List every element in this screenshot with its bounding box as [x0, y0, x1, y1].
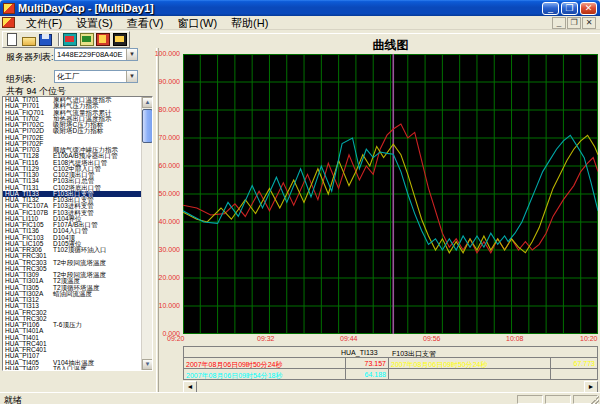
x-axis-label: 09:44 — [340, 335, 358, 342]
new-document-icon[interactable] — [5, 33, 20, 47]
y-axis-label: 80.000 — [140, 106, 180, 113]
menu-item-settings[interactable]: 设置(S) — [69, 17, 120, 29]
legend-value: 64.188 — [346, 369, 389, 380]
x-axis-label: 09:32 — [257, 335, 275, 342]
menu-bar: 文件(F)设置(S)查看(V)窗口(W)帮助(H) _ ❐ ✕ — [0, 16, 600, 30]
legend-table: HUA_TI133 F103出口支管 2007年08月06日09时50分24秒7… — [183, 346, 598, 380]
open-folder-icon[interactable] — [22, 33, 37, 47]
menu-item-view[interactable]: 查看(V) — [120, 17, 171, 29]
tag-desc: 蜡油回流温度 — [53, 291, 92, 297]
y-axis-label: 10.000 — [140, 302, 180, 309]
legend-time: 2007年08月06日09时50分24秒 — [389, 358, 551, 368]
y-axis-label: 50.000 — [140, 190, 180, 197]
scroll-down-icon[interactable]: ▼ — [142, 359, 153, 370]
legend-tag-desc: F103出口支管 — [392, 349, 436, 359]
chart-pen-icon[interactable] — [113, 33, 128, 47]
resize-grip[interactable] — [590, 396, 599, 404]
chart-title: 曲线图 — [183, 37, 598, 54]
tag-desc: T6入口温度 — [53, 366, 87, 371]
chart-red-icon[interactable] — [96, 33, 111, 47]
legend-value: 67.773 — [551, 358, 597, 368]
app-icon — [3, 3, 15, 14]
y-axis-label: 30.000 — [140, 246, 180, 253]
status-panel — [545, 395, 571, 404]
tag-name: HUA_TI402 — [3, 366, 53, 371]
y-axis-label: 40.000 — [140, 218, 180, 225]
tag-desc: T2中段回流塔温度 — [53, 260, 106, 266]
chart-green-icon[interactable] — [80, 33, 95, 47]
menu-item-window[interactable]: 窗口(W) — [170, 17, 224, 29]
menu-item-file[interactable]: 文件(F) — [19, 17, 69, 29]
title-bar: MultiDayCap - [MultiDay1] _ ❐ ✕ — [0, 0, 600, 16]
server-list-value: 1448E229F08A40E — [55, 49, 126, 60]
close-button[interactable]: ✕ — [580, 2, 597, 15]
server-list-label: 服务器列表: — [6, 51, 54, 64]
tag-desc: T102顶循环油入口 — [53, 247, 107, 253]
chevron-down-icon[interactable]: ▼ — [126, 71, 137, 82]
tag-desc: 吸附塔D压力指标 — [53, 128, 103, 134]
x-axis-label: 09:56 — [423, 335, 441, 342]
legend-row: 2007年08月06日09时54分18秒64.188 — [184, 369, 597, 380]
legend-value — [551, 369, 597, 380]
menu-item-help[interactable]: 帮助(H) — [224, 17, 275, 29]
y-axis-label: 70.000 — [140, 134, 180, 141]
toolbar — [2, 31, 130, 48]
status-bar: 就绪 — [0, 392, 600, 404]
group-list-combo[interactable]: 化工厂 ▼ — [54, 70, 138, 83]
legend-time: 2007年08月06日09时50分24秒 — [184, 358, 346, 368]
server-list-combo[interactable]: 1448E229F08A40E ▼ — [54, 48, 138, 61]
left-panel: 服务器列表: 1448E229F08A40E ▼ 组列表: 化工厂 ▼ 共有 9… — [0, 48, 160, 392]
chart-teal-icon[interactable] — [63, 33, 78, 47]
y-axis-label: 90.000 — [140, 78, 180, 85]
minimize-button[interactable]: _ — [542, 2, 559, 15]
app-window: MultiDayCap - [MultiDay1] _ ❐ ✕ 文件(F)设置(… — [0, 0, 600, 404]
status-panel — [517, 395, 543, 404]
y-axis-label: 60.000 — [140, 162, 180, 169]
chart-plot[interactable] — [183, 54, 598, 334]
status-text: 就绪 — [4, 394, 22, 404]
list-item[interactable]: HUA_TI402T6入口温度 — [3, 366, 152, 371]
legend-tag-name: HUA_TI133 — [341, 349, 378, 356]
window-title: MultiDayCap - [MultiDay1] — [18, 2, 154, 14]
y-axis-label: 100.000 — [140, 50, 180, 57]
chart-panel: 曲线图 100.00090.00080.00070.00060.00050.00… — [160, 33, 600, 392]
legend-value: 73.157 — [346, 358, 389, 368]
x-axis-label: 10:08 — [506, 335, 524, 342]
y-axis-label: 20.000 — [140, 274, 180, 281]
document-icon — [2, 17, 15, 28]
x-axis-label: 09:20 — [167, 335, 185, 342]
chevron-down-icon[interactable]: ▼ — [126, 49, 137, 60]
save-icon[interactable] — [39, 33, 54, 47]
legend-row: 2007年08月06日09时50分24秒73.1572007年08月06日09时… — [184, 358, 597, 369]
tag-listbox[interactable]: HUA_TI701原料气进口温度指示HUA_PI701原料气压力指示HUA_FI… — [2, 96, 153, 371]
mdi-restore-button[interactable]: ❐ — [567, 17, 581, 29]
restore-button[interactable]: ❐ — [561, 2, 578, 15]
legend-time: 2007年08月06日09时54分18秒 — [184, 369, 346, 380]
legend-time — [389, 369, 551, 380]
group-list-value: 化工厂 — [55, 71, 126, 82]
mdi-minimize-button[interactable]: _ — [552, 17, 566, 29]
mdi-close-button[interactable]: ✕ — [582, 17, 596, 29]
x-axis-label: 10:20 — [580, 335, 598, 342]
toolbar-separator — [58, 33, 60, 46]
tag-desc: T-6顶压力 — [53, 322, 82, 328]
